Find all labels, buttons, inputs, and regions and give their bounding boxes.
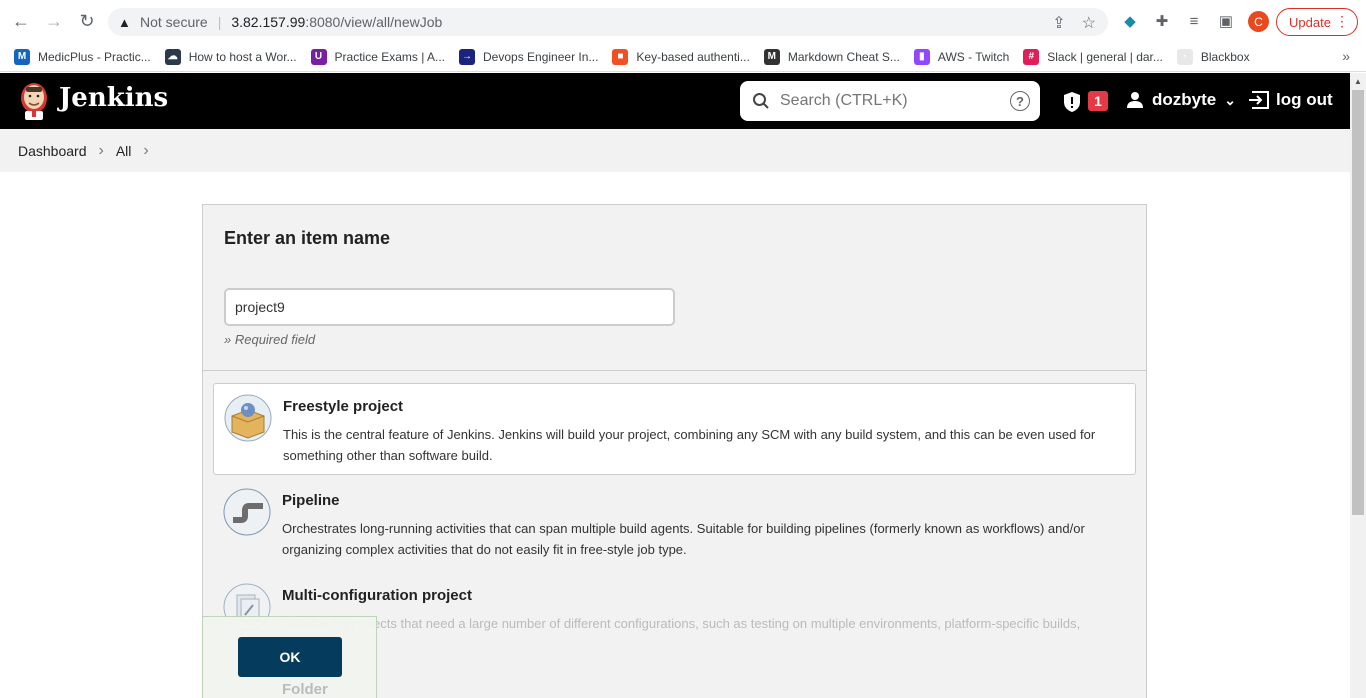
back-arrow-icon[interactable]: ←: [10, 10, 32, 32]
bookmark-item[interactable]: M MedicPlus - Practic...: [14, 48, 151, 65]
bookmark-item[interactable]: ☁ How to host a Wor...: [164, 48, 297, 65]
form-title: Enter an item name: [224, 228, 391, 248]
warning-icon: ▲: [118, 14, 131, 30]
item-description: Orchestrates long-running activities tha…: [282, 521, 1085, 557]
side-panel-icon[interactable]: ▣: [1216, 11, 1236, 31]
user-icon: [1127, 92, 1143, 108]
extension-shop-icon[interactable]: ◆: [1120, 11, 1140, 31]
bookmark-label: Devops Engineer In...: [483, 49, 599, 64]
bookmark-label: MedicPlus - Practic...: [38, 49, 151, 64]
bookmark-label: AWS - Twitch: [937, 49, 1010, 64]
search-input[interactable]: [780, 92, 1000, 110]
browser-toolbar: ← → ↻ ▲ Not secure | 3.82.157.99:8080/vi…: [0, 0, 1366, 42]
item-title: Freestyle project: [283, 398, 404, 415]
url-host: 3.82.157.99: [231, 14, 306, 30]
page-scrollbar[interactable]: ▲: [1350, 73, 1366, 698]
bookmark-label: Key-based authenti...: [636, 49, 750, 64]
jenkins-logo-icon[interactable]: [18, 81, 50, 121]
logout-link[interactable]: log out: [1248, 90, 1333, 110]
address-separator: |: [217, 14, 222, 30]
bookmark-label: How to host a Wor...: [188, 49, 297, 64]
help-icon[interactable]: ?: [1010, 91, 1030, 111]
item-name-input[interactable]: [224, 288, 675, 326]
breadcrumb: Dashboard › All ›: [0, 129, 1350, 172]
scrollbar-thumb[interactable]: [1352, 90, 1364, 515]
reload-icon[interactable]: ↻: [76, 10, 98, 32]
bookmarks-bar: M MedicPlus - Practic... ☁ How to host a Wo…: [0, 42, 1366, 72]
freestyle-project-icon: [224, 394, 272, 442]
bookmark-item[interactable]: M Markdown Cheat S...: [763, 48, 900, 65]
bookmark-favicon-icon: #: [1023, 48, 1040, 65]
required-field-note: » Required field: [224, 332, 316, 347]
bookmarks-overflow-icon[interactable]: »: [1342, 48, 1350, 64]
bookmark-favicon-icon: M: [763, 48, 780, 65]
logout-icon: [1249, 91, 1269, 109]
not-secure-label: Not secure: [140, 14, 208, 30]
bookmark-label: Practice Exams | A...: [334, 49, 446, 64]
bookmark-favicon-icon: ☁: [164, 48, 181, 65]
item-type-folder-title[interactable]: Folder: [282, 681, 328, 698]
logout-label: log out: [1276, 90, 1333, 109]
item-type-freestyle[interactable]: Freestyle project This is the central fe…: [213, 383, 1136, 475]
update-button[interactable]: Update ⋮: [1276, 8, 1358, 36]
chevron-right-icon[interactable]: ›: [99, 142, 104, 160]
forward-arrow-icon[interactable]: →: [43, 10, 65, 32]
bookmark-label: Blackbox: [1200, 49, 1250, 64]
bookmark-item[interactable]: · Blackbox: [1176, 48, 1250, 65]
bookmark-favicon-icon: ▮: [913, 48, 930, 65]
address-bar[interactable]: ▲ Not secure | 3.82.157.99:8080/view/all…: [108, 8, 1108, 36]
scroll-up-arrow-icon[interactable]: ▲: [1354, 77, 1362, 86]
bookmark-favicon-icon: U: [310, 48, 327, 65]
item-title: Multi-configuration project: [282, 587, 472, 604]
item-type-pipeline[interactable]: Pipeline Orchestrates long-running activ…: [213, 478, 1136, 570]
chevron-right-icon[interactable]: ›: [143, 142, 148, 160]
media-queue-icon[interactable]: ≡: [1184, 11, 1204, 31]
star-icon[interactable]: ☆: [1082, 13, 1096, 33]
bookmark-favicon-icon: ■: [612, 48, 629, 65]
item-description: This is the central feature of Jenkins. …: [283, 427, 1096, 463]
bookmark-item[interactable]: ■ Key-based authenti...: [612, 48, 750, 65]
bookmark-label: Markdown Cheat S...: [787, 49, 900, 64]
bookmark-favicon-icon: ·: [1176, 48, 1193, 65]
breadcrumb-dashboard[interactable]: Dashboard: [18, 143, 87, 159]
pipeline-icon: [223, 488, 271, 536]
breadcrumb-all[interactable]: All: [116, 143, 132, 159]
update-label: Update: [1289, 14, 1331, 30]
bookmark-item[interactable]: # Slack | general | dar...: [1023, 48, 1163, 65]
username: dozbyte: [1152, 90, 1217, 109]
user-menu[interactable]: dozbyte ⌄: [1126, 90, 1236, 110]
item-description: Suitable for projects that need a large …: [282, 616, 1081, 631]
url-path: :8080/view/all/newJob: [305, 14, 443, 30]
bookmark-favicon-icon: →: [459, 48, 476, 65]
kebab-menu-icon: ⋮: [1335, 13, 1349, 29]
item-title: Pipeline: [282, 492, 340, 509]
bookmark-label: Slack | general | dar...: [1047, 49, 1163, 64]
security-shield-icon[interactable]: [1062, 91, 1082, 113]
extensions-puzzle-icon[interactable]: ✚: [1152, 11, 1172, 31]
divider: [203, 370, 1146, 371]
alert-count-badge[interactable]: 1: [1088, 91, 1108, 111]
bookmark-item[interactable]: U Practice Exams | A...: [310, 48, 446, 65]
chevron-down-icon: ⌄: [1224, 91, 1236, 108]
bookmark-favicon-icon: M: [14, 48, 30, 65]
share-icon[interactable]: ⇪: [1052, 13, 1065, 33]
search-icon: [753, 93, 769, 109]
jenkins-title[interactable]: Jenkins: [59, 83, 168, 113]
bookmark-item[interactable]: ▮ AWS - Twitch: [913, 48, 1010, 65]
ok-button[interactable]: OK: [238, 637, 342, 677]
search-box[interactable]: ?: [740, 81, 1040, 121]
profile-avatar[interactable]: C: [1248, 11, 1269, 32]
bookmark-item[interactable]: → Devops Engineer In...: [459, 48, 599, 65]
